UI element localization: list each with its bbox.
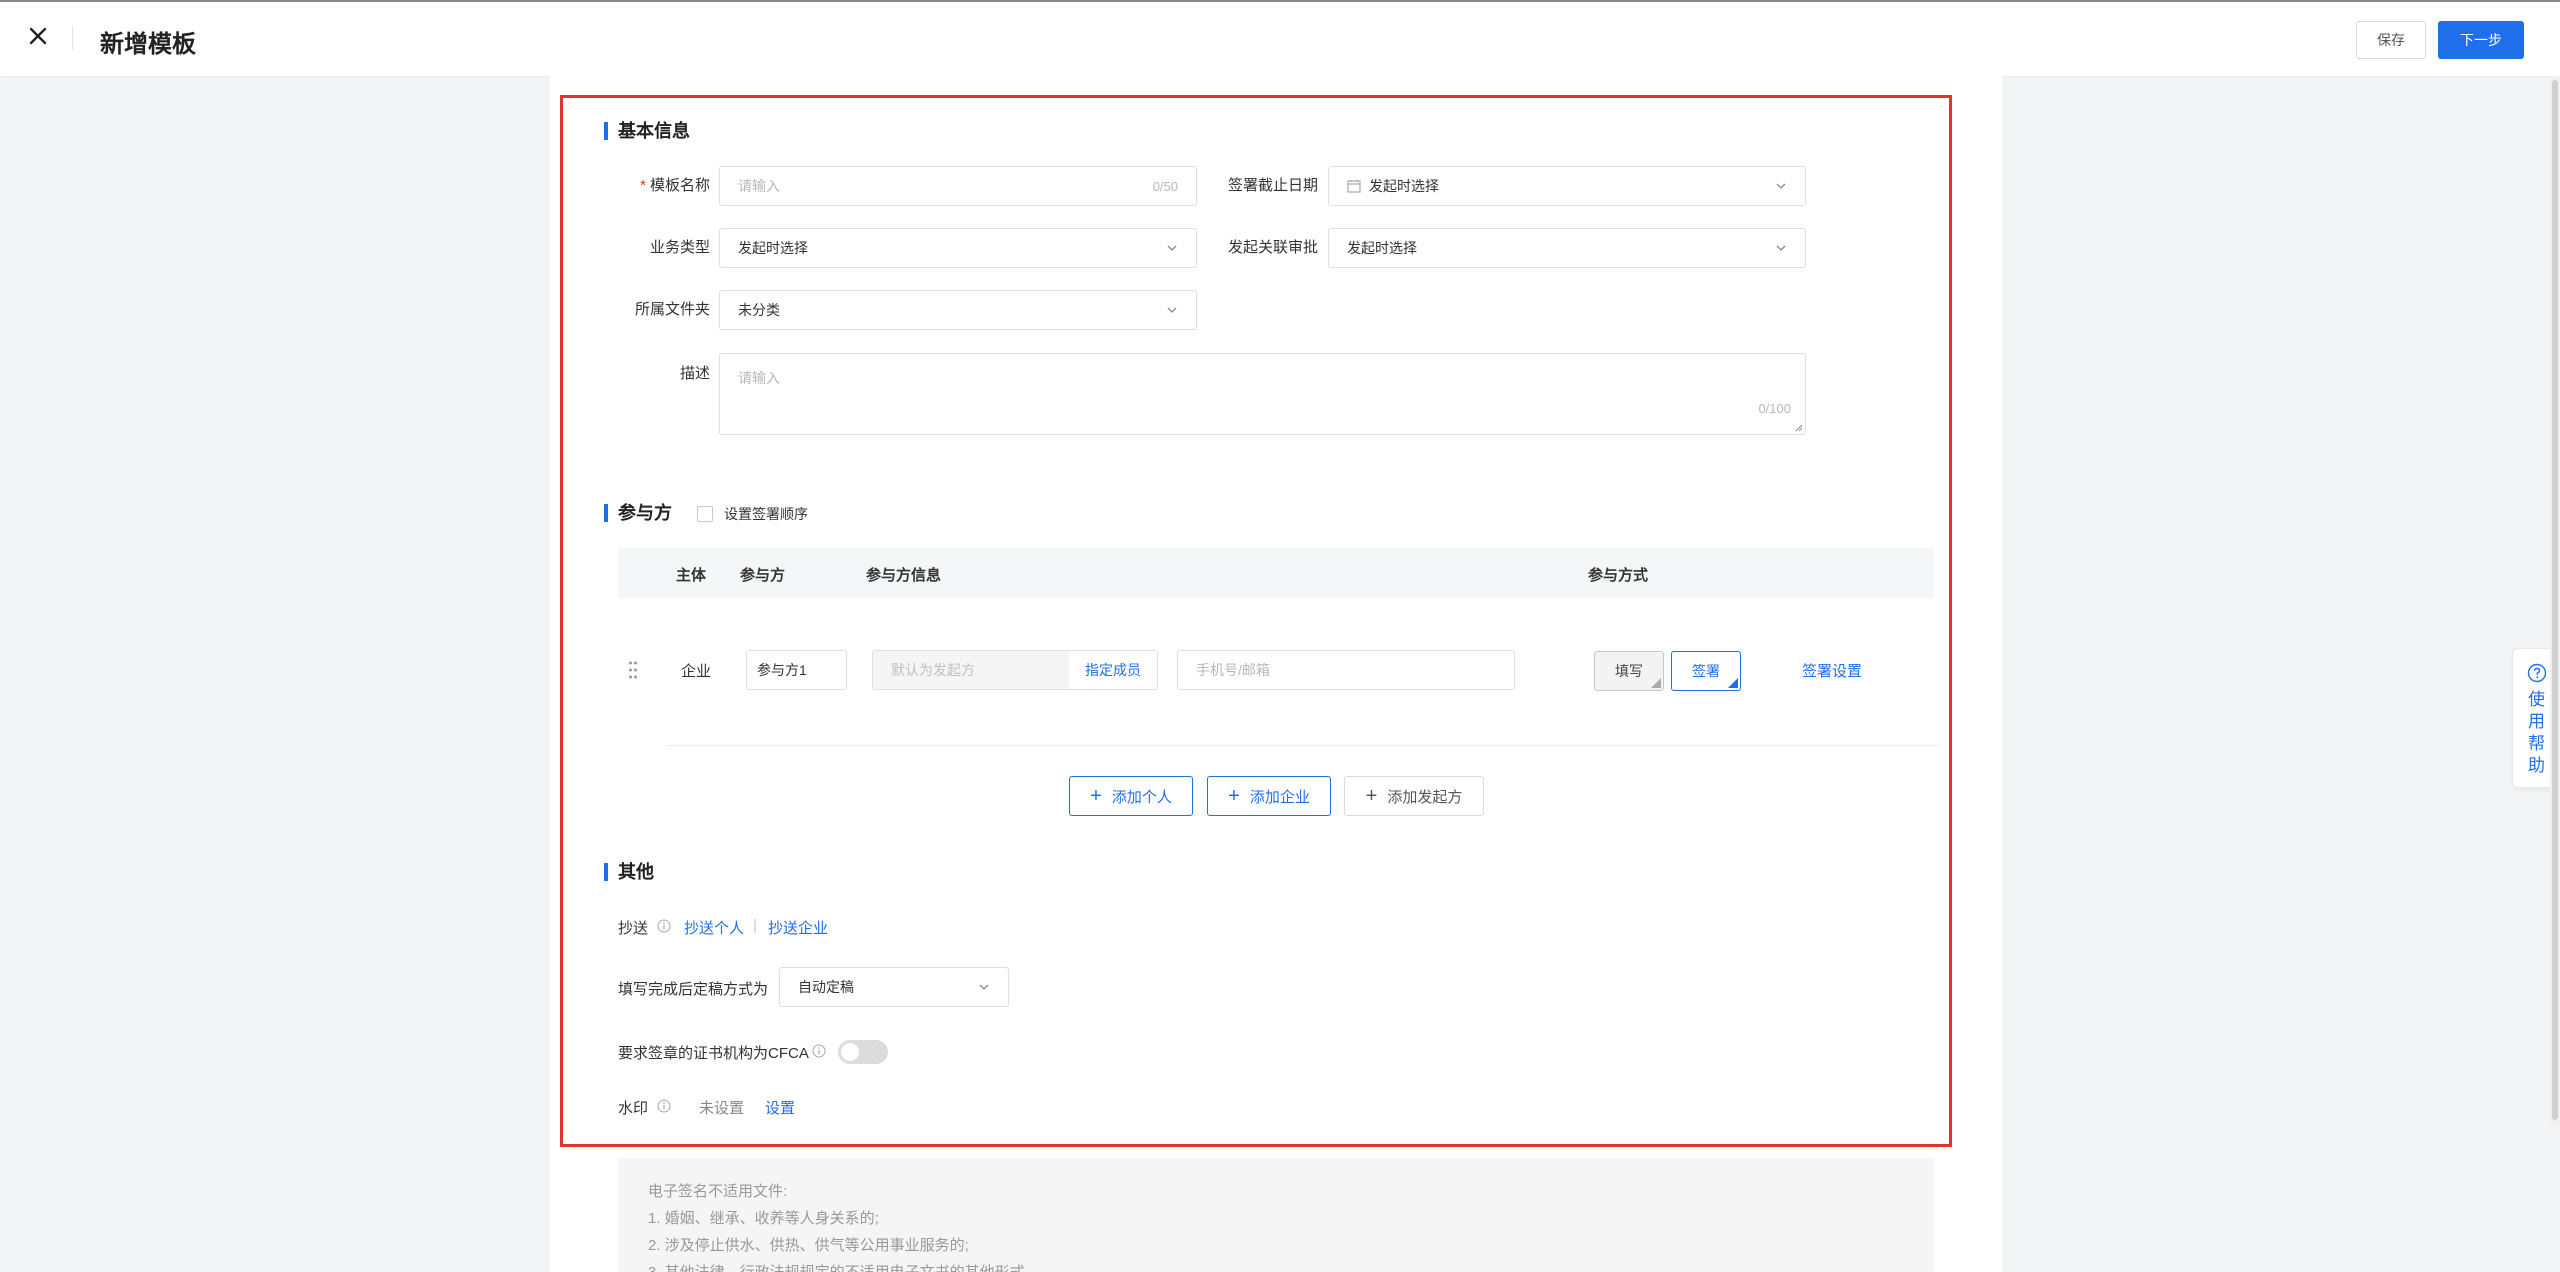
corner-mark-icon [1651,678,1661,688]
finalize-label: 填写完成后定稿方式为 [618,981,769,998]
folder-value: 未分类 [738,302,780,318]
cc-person-link[interactable]: 抄送个人 [684,917,744,938]
sign-mode-button[interactable]: 签署 [1671,651,1741,691]
notice-item: 1. 婚姻、继承、收养等人身关系的; [648,1210,879,1227]
party-name-input[interactable]: 参与方1 [746,650,847,690]
party-name-value: 参与方1 [757,662,807,678]
plus-icon: + [1228,785,1240,807]
chevron-down-icon [1167,245,1177,251]
toggle-knob [841,1043,859,1061]
section-title-other: 其他 [604,861,654,883]
col-party-info: 参与方信息 [866,567,942,584]
page-title: 新增模板 [100,31,196,58]
biz-type-value: 发起时选择 [738,240,808,256]
chevron-down-icon [1776,245,1786,251]
finalize-select[interactable]: 自动定稿 [779,967,1009,1007]
template-name-input[interactable]: 请输入 0/50 [719,166,1197,206]
template-name-counter: 0/50 [1152,178,1178,194]
cc-label: 抄送 [618,920,649,937]
watermark-label: 水印 [618,1100,649,1117]
close-icon[interactable] [26,24,50,48]
help-label: 使用帮助 [2528,690,2545,775]
col-party: 参与方 [740,567,786,584]
sign-order-checkbox[interactable] [697,506,713,522]
notice-title: 电子签名不适用文件: [648,1183,788,1200]
info-icon[interactable] [657,1099,671,1113]
watermark-status: 未设置 [699,1100,745,1117]
contact-placeholder: 手机号/邮箱 [1196,662,1270,678]
calendar-icon [1347,180,1361,193]
cfca-label: 要求签章的证书机构为CFCA [618,1045,809,1062]
notice-item: 3. 其他法律、行政法规规定的不适用电子文书的其他形式 [648,1259,1904,1272]
cc-divider: | [753,917,757,934]
section-title-basic: 基本信息 [604,120,690,142]
parties-table-header: 主体 参与方 参与方信息 参与方式 [618,548,1934,598]
approval-label: 发起关联审批 [1227,239,1318,256]
desc-counter: 0/100 [1758,401,1791,416]
deadline-label: 签署截止日期 [1227,177,1318,194]
add-initiator-button[interactable]: + 添加发起方 [1344,776,1484,816]
default-initiator-field[interactable]: 默认为发起方 [873,651,1069,689]
contact-input[interactable]: 手机号/邮箱 [1177,650,1515,690]
drag-handle-icon[interactable] [628,660,638,680]
plus-icon: + [1365,785,1378,807]
notice-box: 电子签名不适用文件: 1. 婚姻、继承、收养等人身关系的; 2. 涉及停止供水、… [618,1158,1934,1272]
cfca-toggle[interactable] [838,1040,888,1064]
question-icon [2527,663,2546,683]
col-subject: 主体 [676,567,707,584]
plus-icon: + [1090,785,1102,807]
row-divider [668,745,1938,746]
finalize-value: 自动定稿 [798,979,854,995]
cc-company-link[interactable]: 抄送企业 [768,917,828,938]
corner-mark-icon [1728,678,1738,688]
header-divider [72,26,73,50]
add-person-label: 添加个人 [1111,788,1172,806]
folder-select[interactable]: 未分类 [719,290,1197,330]
add-initiator-label: 添加发起方 [1387,788,1463,806]
approval-value: 发起时选择 [1347,240,1417,256]
col-mode: 参与方式 [1588,567,1649,584]
watermark-set-link[interactable]: 设置 [765,1097,795,1118]
desc-label: 描述 [679,365,710,382]
biz-type-select[interactable]: 发起时选择 [719,228,1197,268]
deadline-value: 发起时选择 [1369,178,1439,194]
sign-mode-label: 签署 [1692,663,1720,679]
desc-textarea[interactable]: 请输入 0/100 [719,353,1806,435]
folder-label: 所属文件夹 [634,301,710,318]
party-subject: 企业 [681,663,712,680]
approval-select[interactable]: 发起时选择 [1328,228,1806,268]
template-name-placeholder: 请输入 [738,178,780,194]
resize-grip-icon[interactable] [1793,422,1803,432]
initiator-input-group: 默认为发起方 指定成员 [872,650,1158,690]
save-button[interactable]: 保存 [2356,21,2426,59]
next-step-button[interactable]: 下一步 [2438,21,2524,59]
scrollbar-thumb[interactable] [2552,80,2558,1120]
template-name-label: * 模板名称 [640,177,710,194]
add-person-button[interactable]: + 添加个人 [1069,776,1193,816]
assign-member-link[interactable]: 指定成员 [1069,660,1157,680]
fill-mode-label: 填写 [1615,663,1643,679]
add-company-label: 添加企业 [1249,788,1310,806]
vertical-scrollbar[interactable] [2550,76,2560,1126]
sign-settings-link[interactable]: 签署设置 [1802,660,1862,681]
sign-order-label: 设置签署顺序 [724,506,808,522]
chevron-down-icon [979,984,989,990]
chevron-down-icon [1167,307,1177,313]
add-company-button[interactable]: + 添加企业 [1207,776,1331,816]
section-title-parties: 参与方 [604,502,672,524]
info-icon[interactable] [657,919,671,933]
desc-placeholder: 请输入 [738,370,780,386]
fill-mode-button[interactable]: 填写 [1594,651,1664,691]
biz-type-label: 业务类型 [649,239,710,256]
deadline-select[interactable]: 发起时选择 [1328,166,1806,206]
top-header: 新增模板 保存 下一步 [0,0,2560,76]
chevron-down-icon [1776,183,1786,189]
info-icon[interactable] [812,1044,826,1058]
notice-item: 2. 涉及停止供水、供热、供气等公用事业服务的; [648,1237,969,1254]
